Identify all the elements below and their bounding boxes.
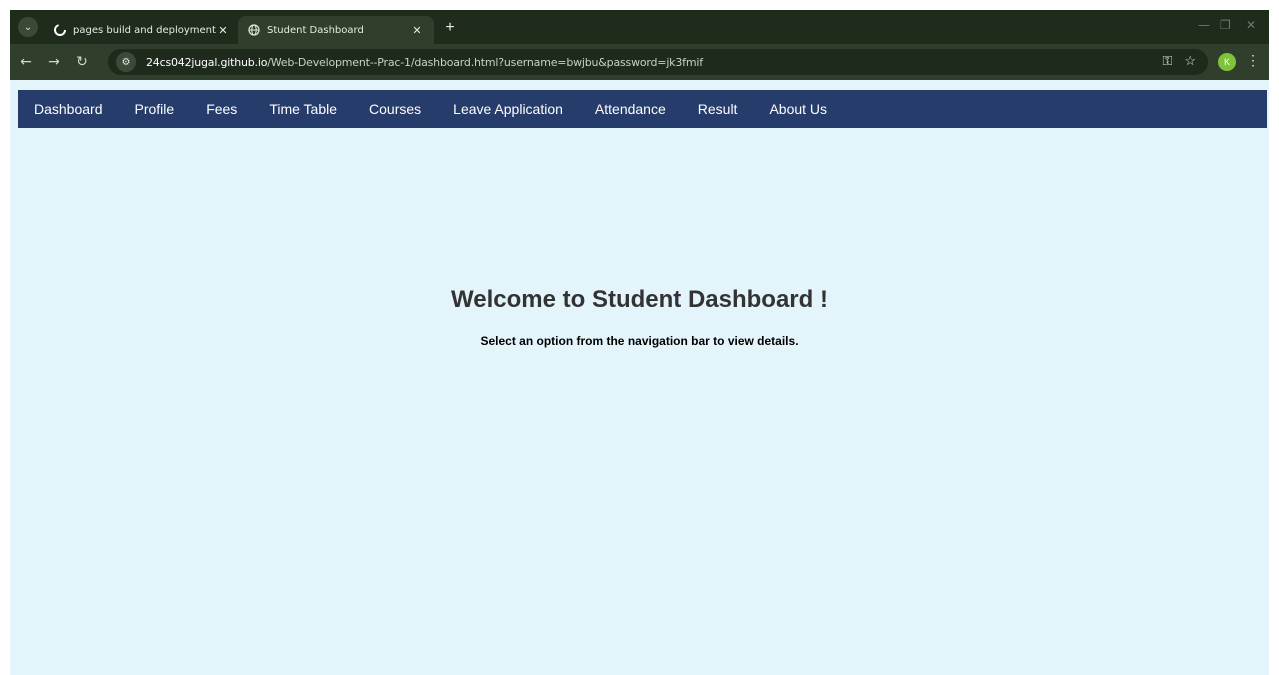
tab-title: Student Dashboard <box>267 24 364 36</box>
tab-strip: ⌄ pages build and deployment · 2 ✕ Stude… <box>10 10 1269 44</box>
browser-toolbar: ← → ↻ ⚙ 24cs042jugal.github.io/Web-Devel… <box>10 44 1269 80</box>
github-icon <box>54 24 66 36</box>
nav-fees[interactable]: Fees <box>190 90 253 128</box>
tab-pages-build[interactable]: pages build and deployment · 2 ✕ <box>44 16 240 44</box>
url-host: 24cs042jugal.github.io <box>146 55 268 69</box>
nav-attendance[interactable]: Attendance <box>579 90 682 128</box>
reload-icon[interactable]: ↻ <box>72 52 92 72</box>
forward-icon[interactable]: → <box>44 52 64 72</box>
globe-icon <box>248 24 260 36</box>
restore-icon[interactable]: ❐ <box>1220 18 1231 32</box>
nav-dashboard[interactable]: Dashboard <box>18 90 119 128</box>
nav-profile[interactable]: Profile <box>119 90 191 128</box>
back-icon[interactable]: ← <box>16 52 36 72</box>
welcome-heading: Welcome to Student Dashboard ! <box>451 286 828 313</box>
nav-courses[interactable]: Courses <box>353 90 437 128</box>
menu-icon[interactable]: ⋮ <box>1246 52 1260 69</box>
address-bar[interactable]: ⚙ 24cs042jugal.github.io/Web-Development… <box>108 49 1208 75</box>
tab-search-icon[interactable]: ⌄ <box>18 17 38 37</box>
nav-leave-application[interactable]: Leave Application <box>437 90 579 128</box>
tab-title: pages build and deployment · 2 <box>73 24 216 36</box>
page-content: Dashboard Profile Fees Time Table Course… <box>10 80 1269 675</box>
close-window-icon[interactable]: ✕ <box>1246 18 1256 32</box>
key-icon[interactable]: ⚿ <box>1162 53 1172 69</box>
main-navbar: Dashboard Profile Fees Time Table Course… <box>18 90 1267 128</box>
welcome-subtext: Select an option from the navigation bar… <box>480 334 799 348</box>
nav-time-table[interactable]: Time Table <box>253 90 353 128</box>
tab-close-icon[interactable]: ✕ <box>410 24 424 37</box>
profile-avatar[interactable]: K <box>1218 53 1236 71</box>
tab-close-icon[interactable]: ✕ <box>216 24 230 37</box>
new-tab-button[interactable]: + <box>440 18 460 38</box>
site-settings-icon[interactable]: ⚙ <box>116 52 136 72</box>
nav-about-us[interactable]: About Us <box>753 90 843 128</box>
url-path: /Web-Development--Prac-1/dashboard.html?… <box>267 55 703 69</box>
nav-result[interactable]: Result <box>682 90 754 128</box>
browser-window: ⌄ pages build and deployment · 2 ✕ Stude… <box>10 10 1269 675</box>
minimize-icon[interactable]: — <box>1198 18 1210 32</box>
url-text: 24cs042jugal.github.io/Web-Development--… <box>146 56 703 69</box>
tab-student-dashboard[interactable]: Student Dashboard ✕ <box>238 16 434 44</box>
star-icon[interactable]: ☆ <box>1184 53 1196 69</box>
